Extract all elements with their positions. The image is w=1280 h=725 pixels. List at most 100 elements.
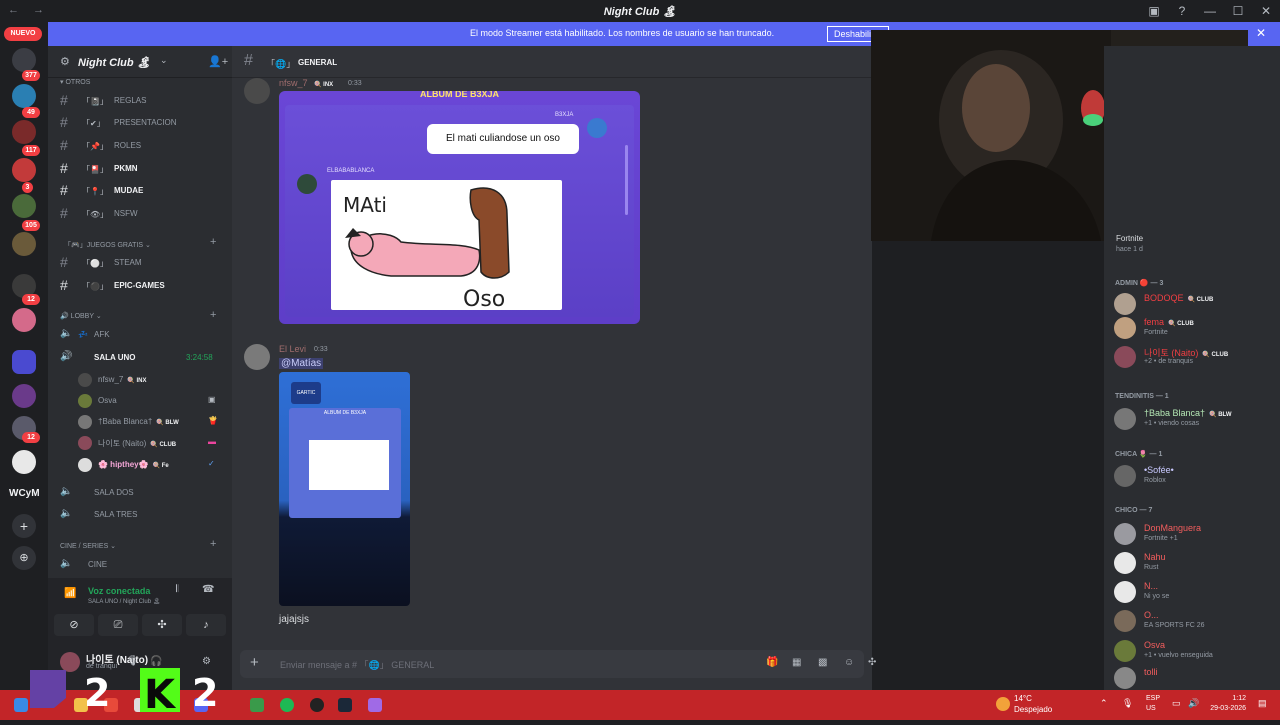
channel-presentacion[interactable]: # 「✔」 PRESENTACION xyxy=(58,114,224,132)
weather-icon[interactable] xyxy=(996,697,1010,711)
photo-attachment[interactable]: GARTIC PHONE ALBUM DE B3XJA xyxy=(279,372,410,606)
disconnect-icon[interactable]: ☎ xyxy=(202,584,214,595)
maximize-button[interactable]: ☐ xyxy=(1224,0,1252,22)
folder-icon[interactable] xyxy=(12,350,36,374)
voice-user[interactable]: nfsw_7 🍭 INX xyxy=(78,371,224,389)
channel-pkmn[interactable]: # 「🎴」 PKMN xyxy=(58,160,224,178)
server-wcym[interactable]: WCyM xyxy=(9,488,40,499)
apps-icon[interactable]: ✣ xyxy=(868,657,876,668)
invite-people-icon[interactable]: 👤+ xyxy=(208,55,228,68)
add-server-icon[interactable]: + xyxy=(12,514,36,538)
volume-icon[interactable]: 🔊 xyxy=(1188,698,1199,709)
member-item[interactable]: N... Ni yo se xyxy=(1114,578,1274,606)
server-icon[interactable] xyxy=(12,84,36,108)
message-composer[interactable]: + Enviar mensaje a # 「🌐」 GENERAL 🎁 ▦ ▩ ☺… xyxy=(240,650,876,678)
channel-nsfw[interactable]: # 「👁」 NSFW xyxy=(58,205,224,223)
voice-user[interactable]: Osva ▣ xyxy=(78,392,224,410)
user-mention[interactable]: @Matías xyxy=(279,358,324,369)
member-item[interactable]: †Baba Blanca† 🍭 BLW +1 • viendo cosas xyxy=(1114,405,1274,433)
minimize-button[interactable]: — xyxy=(1196,0,1224,22)
speaker-icon: 🔊 xyxy=(60,351,73,362)
clock[interactable]: 1:12 29-03-2026 xyxy=(1210,694,1246,714)
server-icon[interactable] xyxy=(12,232,36,256)
gift-icon[interactable]: 🎁 xyxy=(766,657,778,668)
photo-drawing xyxy=(309,440,389,490)
attach-plus-icon[interactable]: + xyxy=(250,654,259,671)
soundboard-icon[interactable]: ♪ xyxy=(186,614,226,636)
server-icon[interactable] xyxy=(12,308,36,332)
night-club-server-icon[interactable] xyxy=(12,384,36,408)
member-item[interactable]: 나이토 (Naito) 🍭 CLUB +2 • de tranquis xyxy=(1114,343,1274,371)
message-input[interactable]: Enviar mensaje a # 「🌐」 GENERAL xyxy=(280,658,434,671)
voice-channel-sala-dos[interactable]: 🔈 SALA DOS xyxy=(58,484,224,502)
scrollbar[interactable] xyxy=(625,145,628,215)
weather-temp[interactable]: 14°C xyxy=(1014,694,1032,703)
voice-user[interactable]: 나이토 (Naito) 🍭 CLUB ▬ xyxy=(78,434,224,452)
inbox-icon[interactable]: ▣ xyxy=(1140,0,1168,22)
member-item[interactable]: •Sofée• Roblox xyxy=(1114,462,1274,490)
message-author[interactable]: nfsw_7 🍭 INX xyxy=(279,78,333,88)
channel-roles[interactable]: # 「📌」 ROLES xyxy=(58,137,224,155)
voice-user[interactable]: 🌸 hipthey🌸 🍭 Fe ✓ xyxy=(78,456,224,474)
notifications-icon[interactable]: ▤ xyxy=(1258,698,1267,709)
app-icon[interactable] xyxy=(250,698,264,712)
sticker-icon[interactable]: ▩ xyxy=(818,657,827,668)
activities-icon[interactable]: ✣ xyxy=(142,614,182,636)
mention-badge: 377 xyxy=(22,70,40,81)
app-icon[interactable] xyxy=(368,698,382,712)
channel-mudae[interactable]: # 「📍」 MUDAE xyxy=(58,182,224,200)
signal-icon[interactable]: 📶 xyxy=(64,588,76,599)
server-icon[interactable] xyxy=(12,450,36,474)
close-banner-icon[interactable]: ✕ xyxy=(1256,26,1266,40)
member-item[interactable]: O... EA SPORTS FC 26 xyxy=(1114,607,1274,635)
voice-channel-sala-uno[interactable]: 🔊 SALA UNO 3:24:58 xyxy=(58,349,224,367)
noise-suppression-icon[interactable]: 𝄃 xyxy=(176,584,178,595)
camera-off-icon[interactable]: ⊘ xyxy=(54,614,94,636)
voice-channel-sala-tres[interactable]: 🔈 SALA TRES xyxy=(58,506,224,524)
category-cine[interactable]: cine / series ⌄ xyxy=(60,542,116,550)
close-button[interactable]: ✕ xyxy=(1252,0,1280,22)
server-icon[interactable] xyxy=(12,158,36,182)
avatar[interactable] xyxy=(244,78,270,104)
member-item[interactable]: Nahu Rust xyxy=(1114,549,1274,577)
server-icon[interactable] xyxy=(12,48,36,72)
server-header[interactable]: ⚙ Night Club 🏝 ⌄ 👤+ xyxy=(48,46,232,78)
gif-icon[interactable]: ▦ xyxy=(792,657,801,668)
message-author[interactable]: El Levi xyxy=(279,344,306,354)
channel-epic-games[interactable]: # 「⚫」 EPIC-GAMES xyxy=(58,277,224,295)
voice-user[interactable]: †Baba Blanca† 🍭 BLW 🍟 xyxy=(78,413,224,431)
voice-location[interactable]: SALA UNO / Night Club 🏝 xyxy=(88,598,160,605)
gartic-album-image[interactable]: ALBUM DE B3XJA B3XJA El mati culiandose … xyxy=(279,91,640,324)
spotify-icon[interactable] xyxy=(280,698,294,712)
voice-channel-afk[interactable]: 🔈 💤 AFK xyxy=(58,326,224,344)
help-icon[interactable]: ? xyxy=(1168,0,1196,22)
channel-steam[interactable]: # 「⚪」 STEAM xyxy=(58,254,224,272)
member-item[interactable]: DonManguera Fortnite +1 xyxy=(1114,520,1274,548)
weather-condition[interactable]: Despejado xyxy=(1014,705,1052,714)
category-juegos[interactable]: 「🎮」juegos gratis ⌄ xyxy=(64,240,151,250)
language-indicator[interactable]: ESP US xyxy=(1146,694,1160,714)
member-item[interactable]: Osva +1 • vuelvo enseguida xyxy=(1114,637,1274,665)
member-item[interactable]: tolli xyxy=(1114,664,1274,692)
server-icon[interactable] xyxy=(12,194,36,218)
add-channel-icon[interactable]: + xyxy=(210,309,216,321)
discover-icon[interactable]: ⊕ xyxy=(12,546,36,570)
start-icon[interactable] xyxy=(14,698,28,712)
channel-reglas[interactable]: # 「📓」 REGLAS xyxy=(58,92,224,110)
chevron-up-icon[interactable]: ⌃ xyxy=(1100,698,1108,709)
add-channel-icon[interactable]: + xyxy=(210,538,216,550)
category-lobby[interactable]: 🔊 lobby ⌄ xyxy=(60,312,102,320)
category-otros[interactable]: ▾ otros xyxy=(60,78,90,86)
voice-channel-cine[interactable]: 🔈 CINE xyxy=(58,556,224,574)
add-channel-icon[interactable]: + xyxy=(210,236,216,248)
avatar[interactable] xyxy=(244,344,270,370)
member-item[interactable]: fema 🍭 CLUB Fortnite xyxy=(1114,314,1274,342)
server-icon[interactable] xyxy=(12,120,36,144)
microphone-icon[interactable]: 🎙 xyxy=(1122,698,1133,709)
emoji-icon[interactable]: ☺ xyxy=(844,657,854,668)
steam-icon[interactable] xyxy=(338,698,352,712)
obs-icon[interactable] xyxy=(310,698,324,712)
new-badge[interactable]: NUEVO xyxy=(4,27,42,41)
network-icon[interactable]: ▭ xyxy=(1172,698,1181,709)
screen-share-icon[interactable]: ⎚ xyxy=(98,614,138,636)
